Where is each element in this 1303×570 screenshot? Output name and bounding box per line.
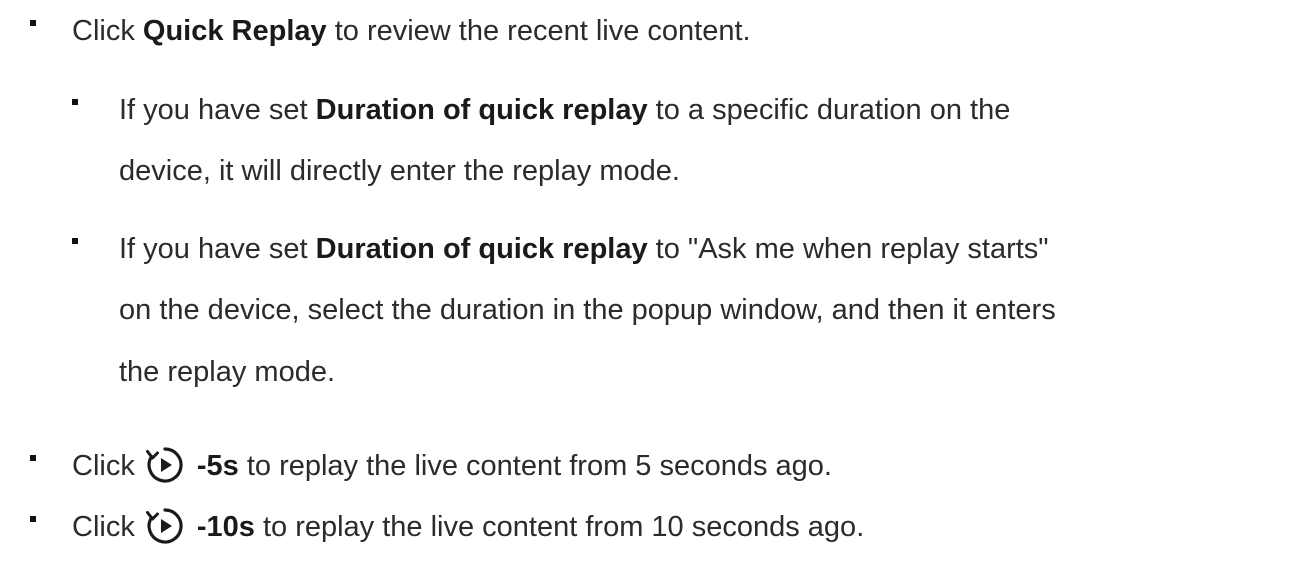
- replay-icon: [145, 508, 183, 544]
- item-text: If you have set Duration of quick replay…: [119, 94, 1011, 126]
- bullet: [30, 455, 36, 461]
- item-text-line2: on the device, select the duration in th…: [119, 294, 1056, 326]
- replay-icon: [145, 447, 183, 483]
- bullet: [72, 238, 78, 244]
- bullet: [30, 516, 36, 522]
- item-text-line3: the replay mode.: [119, 356, 336, 388]
- bullet: [72, 99, 78, 105]
- item-text-line2: device, it will directly enter the repla…: [119, 155, 680, 187]
- item-text: Click -5s to replay the live content fro…: [72, 441, 832, 491]
- item-text: Click Quick Replay to review the recent …: [72, 15, 751, 47]
- duration-setting-label: Duration of quick replay: [315, 94, 648, 126]
- minus-5s-label: -5s: [196, 450, 239, 482]
- bullet: [30, 20, 36, 26]
- item-text: Click -10s to replay the live content fr…: [72, 502, 864, 552]
- minus-10s-label: -10s: [196, 511, 255, 543]
- quick-replay-label: Quick Replay: [142, 15, 327, 47]
- duration-setting-label: Duration of quick replay: [315, 233, 648, 265]
- item-text: If you have set Duration of quick replay…: [119, 233, 1049, 265]
